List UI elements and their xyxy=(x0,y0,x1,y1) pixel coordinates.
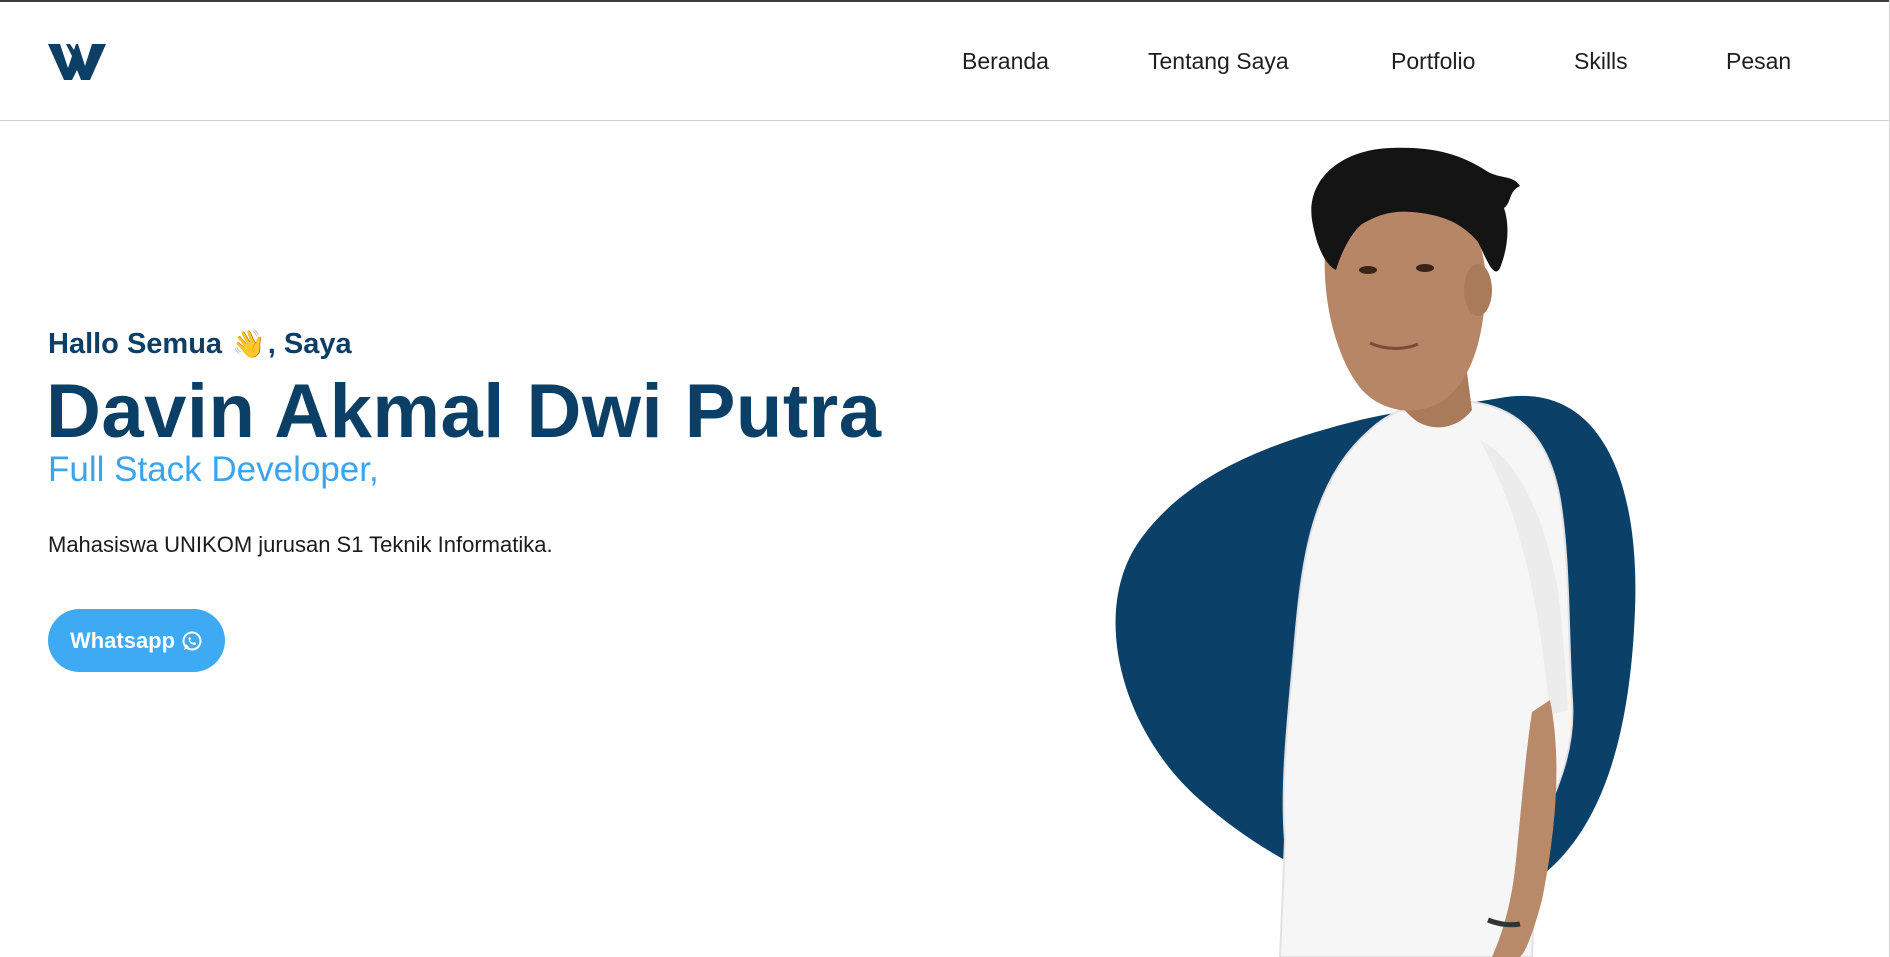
nav-skills[interactable]: Skills xyxy=(1574,48,1628,75)
greeting-text: Hallo Semua xyxy=(48,328,223,360)
whatsapp-button[interactable]: Whatsapp xyxy=(48,609,225,672)
waving-hand-icon: 👋 xyxy=(232,329,266,359)
hero-portrait xyxy=(1115,147,1636,957)
hero-description: Mahasiswa UNIKOM jurusan S1 Teknik Infor… xyxy=(48,532,553,557)
hero-name: Davin Akmal Dwi Putra xyxy=(46,369,882,454)
hero-greeting: Hallo Semua 👋, Saya xyxy=(48,328,352,361)
nav-pesan[interactable]: Pesan xyxy=(1726,48,1791,75)
nav-beranda[interactable]: Beranda xyxy=(962,48,1049,75)
whatsapp-icon xyxy=(182,631,202,650)
w-logo-icon[interactable] xyxy=(48,42,106,82)
greeting-suffix: , Saya xyxy=(267,328,352,360)
nav-tentang-saya[interactable]: Tentang Saya xyxy=(1148,48,1289,75)
navbar: Beranda Tentang Saya Portfolio Skills Pe… xyxy=(0,2,1890,121)
nav-portfolio[interactable]: Portfolio xyxy=(1391,48,1475,75)
hero-role: Full Stack Developer, xyxy=(48,450,379,489)
whatsapp-button-label: Whatsapp xyxy=(69,627,176,653)
